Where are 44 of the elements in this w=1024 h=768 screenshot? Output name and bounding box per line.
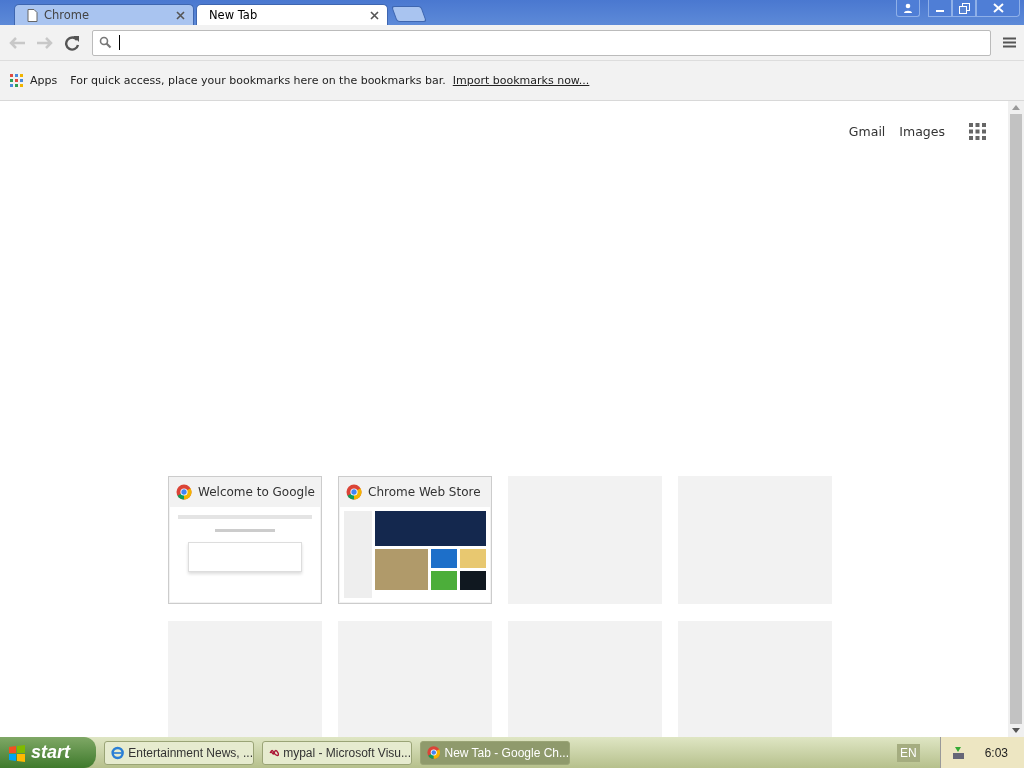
chrome-logo-icon (427, 745, 441, 760)
apps-grid-icon[interactable] (969, 123, 986, 140)
profile-button[interactable] (896, 0, 920, 17)
close-icon[interactable] (176, 10, 185, 20)
network-icon[interactable] (950, 744, 967, 761)
taskbar-button[interactable]: mypal - Microsoft Visu... (262, 740, 412, 765)
page-icon (27, 8, 38, 22)
chrome-logo-icon (346, 484, 362, 500)
tab-title: New Tab (209, 8, 259, 22)
tile-title: Welcome to Google (198, 485, 315, 499)
import-bookmarks-link[interactable]: Import bookmarks now... (452, 74, 590, 87)
header-link[interactable]: Gmail (848, 124, 886, 139)
tile-title: Chrome Web Store (368, 485, 481, 499)
apps-icon[interactable] (10, 74, 23, 87)
reload-icon[interactable] (64, 34, 80, 51)
browser-tab[interactable]: Chrome (14, 4, 194, 25)
address-field[interactable] (92, 29, 991, 56)
bookmarks-hint: For quick access, place your bookmarks here on the bookmarks bar. (70, 74, 446, 87)
scroll-up-icon[interactable] (1012, 105, 1020, 110)
most-visited-tile[interactable]: Welcome to Google (168, 476, 322, 604)
minimize-button[interactable] (928, 0, 952, 17)
most-visited-tile[interactable]: Chrome Web Store (338, 476, 492, 604)
chrome-logo-icon (176, 484, 192, 500)
restore-icon (958, 2, 970, 14)
browser-tab[interactable]: New Tab (196, 4, 388, 25)
minimize-icon (936, 10, 944, 12)
new-tab-button[interactable] (391, 6, 427, 22)
scroll-down-icon[interactable] (1012, 728, 1020, 733)
taskbar-button[interactable]: Entertainment News, ... (104, 740, 254, 765)
browser-e-icon (111, 744, 125, 761)
start-button[interactable]: start (0, 737, 96, 768)
clock: 6:03 (984, 745, 1008, 760)
tab-title: Chrome (44, 8, 91, 22)
header-link[interactable]: Images (899, 124, 945, 139)
close-icon (992, 3, 1004, 13)
windows-logo-icon (8, 743, 26, 762)
apps-link[interactable]: Apps (30, 74, 58, 87)
scrollbar[interactable] (1008, 101, 1024, 737)
search-icon (99, 36, 112, 49)
close-button[interactable] (976, 0, 1020, 17)
menu-icon[interactable] (1003, 37, 1016, 48)
restore-button[interactable] (952, 0, 976, 17)
person-icon (903, 3, 913, 13)
close-icon[interactable] (370, 10, 379, 20)
